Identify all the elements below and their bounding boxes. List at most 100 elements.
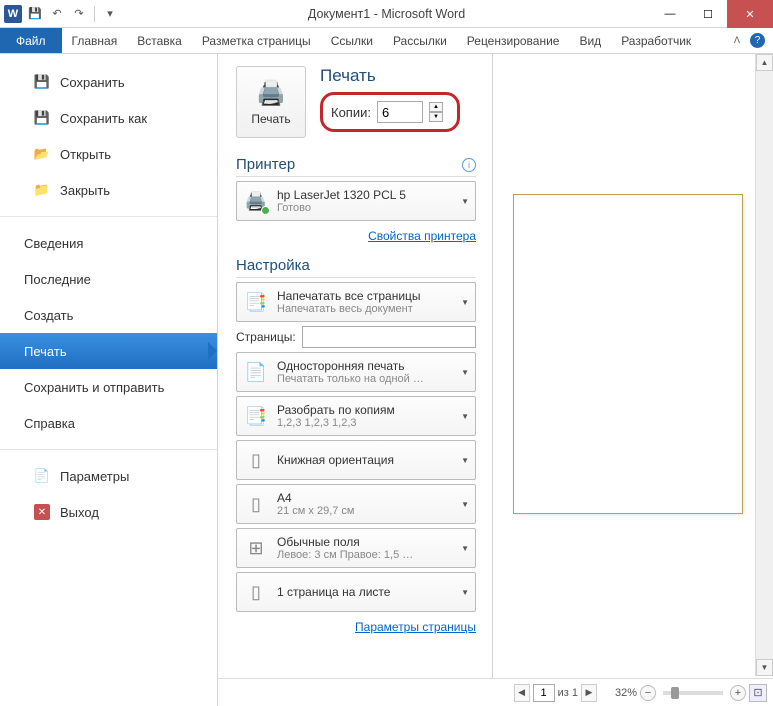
sidebar-save[interactable]: 💾 Сохранить (0, 64, 217, 100)
qat-customize-icon[interactable]: ▾ (101, 5, 119, 23)
prev-page-button[interactable]: ◀ (514, 684, 530, 702)
folder-open-icon: 📂 (34, 146, 50, 162)
zoom-to-page-button[interactable]: ⊡ (749, 684, 767, 702)
zoom-out-button[interactable]: − (640, 685, 656, 701)
tab-file[interactable]: Файл (0, 28, 62, 53)
pages-per-sheet-dropdown[interactable]: ▯ 1 страница на листе ▼ (236, 572, 476, 612)
paper-main: A4 (277, 491, 453, 505)
tab-review[interactable]: Рецензирование (457, 28, 570, 53)
printer-dropdown[interactable]: 🖨️ hp LaserJet 1320 PCL 5Готово ▼ (236, 181, 476, 221)
print-settings-pane: 🖨️ Печать Печать Копии: ▲ ▼ Принтер i 🖨️ … (218, 54, 493, 706)
sidebar-open[interactable]: 📂 Открыть (0, 136, 217, 172)
printer-properties-link[interactable]: Свойства принтера (236, 229, 476, 243)
saveas-icon: 💾 (34, 110, 50, 126)
tab-home[interactable]: Главная (62, 28, 128, 53)
sidebar-info[interactable]: Сведения (0, 225, 217, 261)
print-heading: Печать (320, 66, 476, 86)
chevron-down-icon: ▼ (461, 197, 469, 206)
sidebar-info-label: Сведения (24, 236, 83, 251)
pages-label: Страницы: (236, 330, 296, 344)
chevron-down-icon: ▼ (461, 456, 469, 465)
collate-dropdown[interactable]: 📑 Разобрать по копиям1,2,3 1,2,3 1,2,3 ▼ (236, 396, 476, 436)
close-button[interactable]: ✕ (727, 0, 773, 28)
page-setup-link[interactable]: Параметры страницы (236, 620, 476, 634)
minimize-button[interactable]: — (651, 0, 689, 28)
ribbon-tabs: Файл Главная Вставка Разметка страницы С… (0, 28, 773, 54)
paper-size-dropdown[interactable]: ▯ A421 см x 29,7 см ▼ (236, 484, 476, 524)
page-of-label: из 1 (558, 687, 578, 699)
qat-save-icon[interactable]: 💾 (26, 5, 44, 23)
sidebar-save-label: Сохранить (60, 75, 125, 90)
sidebar-share-label: Сохранить и отправить (24, 380, 164, 395)
print-button-label: Печать (251, 112, 290, 126)
sidebar-new[interactable]: Создать (0, 297, 217, 333)
chevron-down-icon: ▼ (461, 368, 469, 377)
zoom-percent: 32% (615, 687, 637, 699)
sidebar-close-label: Закрыть (60, 183, 110, 198)
pages-icon: 📑 (243, 289, 269, 315)
ribbon-minimize-icon[interactable]: ᐱ (730, 35, 744, 46)
tab-view[interactable]: Вид (569, 28, 611, 53)
sidebar-options[interactable]: 📄Параметры (0, 458, 217, 494)
sidebar-exit-label: Выход (60, 505, 99, 520)
next-page-button[interactable]: ▶ (581, 684, 597, 702)
chevron-down-icon: ▼ (461, 412, 469, 421)
page-number-input[interactable] (533, 684, 555, 702)
tab-page-layout[interactable]: Разметка страницы (192, 28, 321, 53)
paper-sub: 21 см x 29,7 см (277, 505, 453, 517)
zoom-slider[interactable] (663, 691, 723, 695)
vertical-scrollbar[interactable]: ▲ ▼ (755, 54, 773, 676)
sidebar-saveas[interactable]: 💾 Сохранить как (0, 100, 217, 136)
sidebar-print-label: Печать (24, 344, 67, 359)
tab-insert[interactable]: Вставка (127, 28, 192, 53)
qat-undo-icon[interactable]: ↶ (48, 5, 66, 23)
chevron-down-icon: ▼ (461, 544, 469, 553)
qat-redo-icon[interactable]: ↷ (70, 5, 88, 23)
info-icon[interactable]: i (462, 158, 476, 172)
copies-label: Копии: (331, 105, 371, 120)
sidebar-exit[interactable]: ✕ Выход (0, 494, 217, 530)
settings-heading: Настройка (236, 257, 310, 274)
sidebar-recent[interactable]: Последние (0, 261, 217, 297)
ppp-main: 1 страница на листе (277, 585, 453, 599)
sidebar-help[interactable]: Справка (0, 405, 217, 441)
tab-developer[interactable]: Разработчик (611, 28, 701, 53)
print-range-dropdown[interactable]: 📑 Напечатать все страницыНапечатать весь… (236, 282, 476, 322)
sidebar-saveas-label: Сохранить как (60, 111, 147, 126)
scroll-down-button[interactable]: ▼ (756, 659, 773, 676)
title-bar: W 💾 ↶ ↷ ▾ Документ1 - Microsoft Word — ☐… (0, 0, 773, 28)
portrait-icon: ▯ (243, 447, 269, 473)
printer-heading: Принтер (236, 156, 295, 173)
sidebar-open-label: Открыть (60, 147, 111, 162)
collate-sub: 1,2,3 1,2,3 1,2,3 (277, 417, 453, 429)
pages-input[interactable] (302, 326, 476, 348)
tab-mailings[interactable]: Рассылки (383, 28, 457, 53)
zoom-in-button[interactable]: + (730, 685, 746, 701)
sidebar-print[interactable]: Печать (0, 333, 217, 369)
maximize-button[interactable]: ☐ (689, 0, 727, 28)
tab-references[interactable]: Ссылки (321, 28, 383, 53)
sidebar-close[interactable]: 📁Закрыть (0, 172, 217, 208)
print-button[interactable]: 🖨️ Печать (236, 66, 306, 138)
save-icon: 💾 (34, 74, 50, 90)
sided-dropdown[interactable]: 📄 Односторонняя печатьПечатать только на… (236, 352, 476, 392)
orientation-dropdown[interactable]: ▯ Книжная ориентация ▼ (236, 440, 476, 480)
zoom-thumb[interactable] (671, 687, 679, 699)
separator (94, 6, 95, 22)
exit-icon: ✕ (34, 504, 50, 520)
pages-per-sheet-icon: ▯ (243, 579, 269, 605)
margins-dropdown[interactable]: ⊞ Обычные поляЛевое: 3 см Правое: 1,5 … … (236, 528, 476, 568)
collate-main: Разобрать по копиям (277, 403, 453, 417)
copies-spin-up[interactable]: ▲ (429, 102, 443, 112)
preview-status-bar: ◀ из 1 ▶ 32% − + ⊡ (218, 678, 773, 706)
scroll-up-button[interactable]: ▲ (756, 54, 773, 71)
copies-spin-down[interactable]: ▼ (429, 112, 443, 122)
printer-icon: 🖨️ (256, 79, 286, 108)
sided-main: Односторонняя печать (277, 359, 453, 373)
window-title: Документ1 - Microsoft Word (308, 7, 465, 21)
sidebar-help-label: Справка (24, 416, 75, 431)
copies-input[interactable] (377, 101, 423, 123)
sided-sub: Печатать только на одной … (277, 373, 453, 385)
sidebar-share[interactable]: Сохранить и отправить (0, 369, 217, 405)
help-icon[interactable]: ? (750, 33, 765, 48)
